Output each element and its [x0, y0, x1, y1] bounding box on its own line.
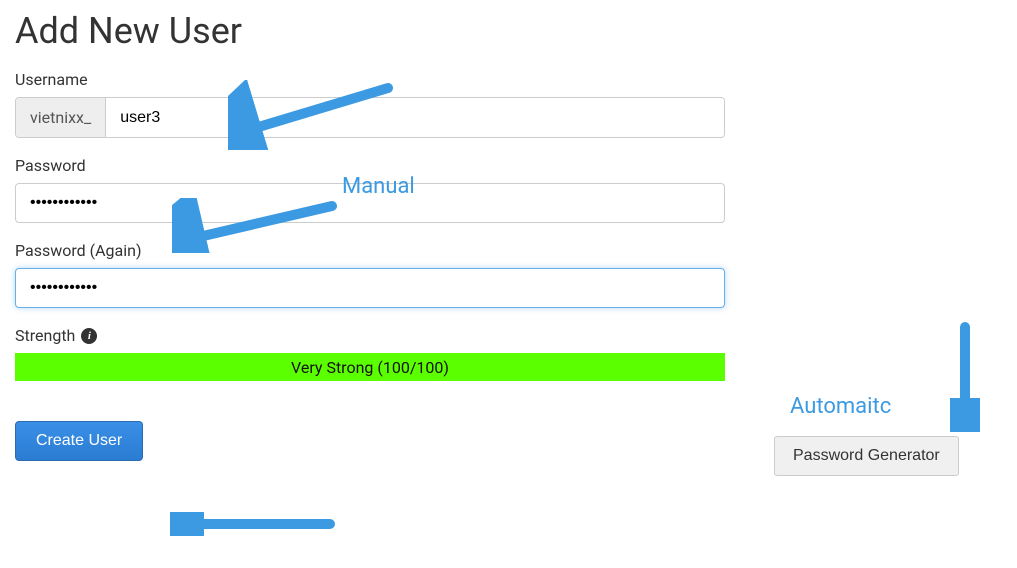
- strength-text: Very Strong (100/100): [291, 358, 449, 377]
- create-user-button[interactable]: Create User: [15, 421, 143, 461]
- username-input[interactable]: [106, 98, 724, 137]
- password-generator-button[interactable]: Password Generator: [774, 436, 959, 476]
- username-label: Username: [15, 70, 1002, 89]
- password-again-label: Password (Again): [15, 241, 1002, 260]
- password-again-group: Password (Again): [15, 241, 1002, 308]
- strength-group: Strength i Very Strong (100/100): [15, 326, 1002, 381]
- password-input[interactable]: [15, 183, 725, 223]
- username-group: Username vietnixx_: [15, 70, 1002, 138]
- password-again-input[interactable]: [15, 268, 725, 308]
- info-icon[interactable]: i: [81, 328, 97, 344]
- username-prefix: vietnixx_: [16, 98, 106, 137]
- strength-label: Strength: [15, 326, 75, 345]
- page-title: Add New User: [15, 10, 1002, 52]
- password-group: Password: [15, 156, 1002, 223]
- password-label: Password: [15, 156, 1002, 175]
- username-input-group: vietnixx_: [15, 97, 725, 138]
- annotation-automatic: Automaitc: [790, 394, 891, 419]
- strength-bar: Very Strong (100/100): [15, 353, 725, 381]
- arrow-icon: [170, 512, 340, 536]
